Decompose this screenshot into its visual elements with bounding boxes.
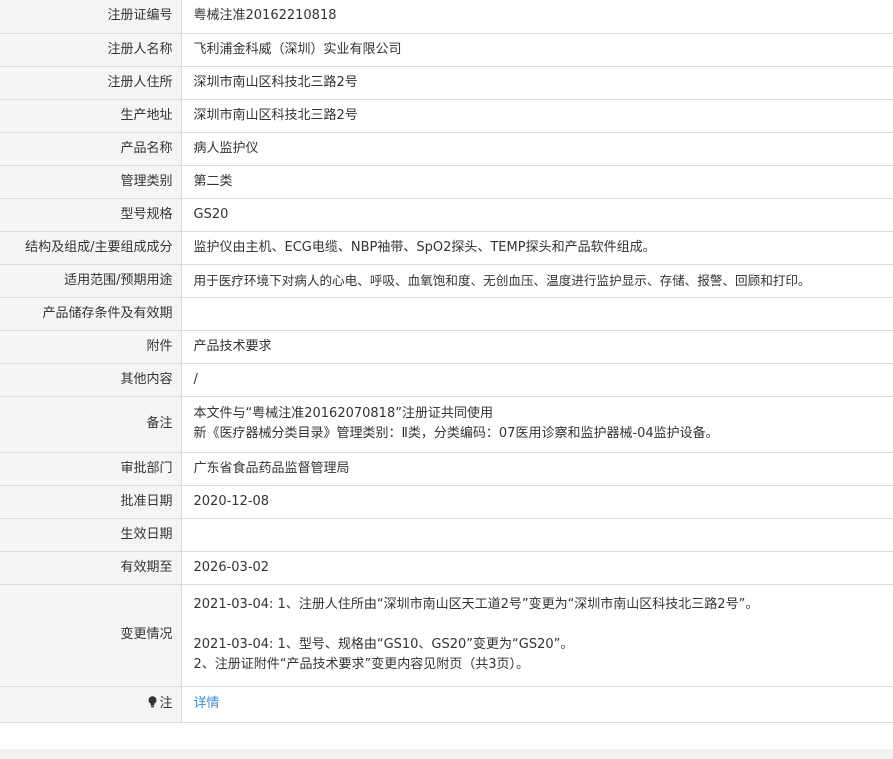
value-other-content: / xyxy=(181,363,893,397)
row-management-class: 管理类别 第二类 xyxy=(0,165,893,199)
value-product-name: 病人监护仪 xyxy=(181,132,893,166)
row-approval-date: 批准日期 2020-12-08 xyxy=(0,485,893,519)
value-registrant-name: 飞利浦金科威（深圳）实业有限公司 xyxy=(181,33,893,67)
row-production-address: 生产地址 深圳市南山区科技北三路2号 xyxy=(0,99,893,133)
registration-table: 注册证编号 粤械注准20162210818 注册人名称 飞利浦金科威（深圳）实业… xyxy=(0,0,893,723)
value-intended-use: 用于医疗环境下对病人的心电、呼吸、血氧饱和度、无创血压、温度进行监护显示、存储、… xyxy=(181,264,893,298)
value-effective-date xyxy=(181,518,893,552)
value-model-spec: GS20 xyxy=(181,198,893,232)
row-model-spec: 型号规格 GS20 xyxy=(0,198,893,232)
row-changes: 变更情况 2021-03-04: 1、注册人住所由“深圳市南山区天工道2号”变更… xyxy=(0,584,893,687)
value-management-class: 第二类 xyxy=(181,165,893,199)
change-line-2: 2021-03-04: 1、型号、规格由“GS10、GS20”变更为“GS20”… xyxy=(193,637,574,652)
row-intended-use: 适用范围/预期用途 用于医疗环境下对病人的心电、呼吸、血氧饱和度、无创血压、温度… xyxy=(0,264,893,298)
change-line-3: 2、注册证附件“产品技术要求”变更内容见附页（共3页）。 xyxy=(193,657,530,672)
value-registration-number: 粤械注准20162210818 xyxy=(181,0,893,34)
value-storage-conditions xyxy=(181,297,893,331)
value-approval-department: 广东省食品药品监督管理局 xyxy=(181,452,893,486)
note-label: 注 xyxy=(159,696,173,711)
value-structure-composition: 监护仪由主机、ECG电缆、NBP袖带、SpO2探头、TEMP探头和产品软件组成。 xyxy=(181,231,893,265)
label-intended-use: 适用范围/预期用途 xyxy=(0,264,182,298)
label-management-class: 管理类别 xyxy=(0,165,182,199)
value-production-address: 深圳市南山区科技北三路2号 xyxy=(181,99,893,133)
footer-bar xyxy=(0,749,893,759)
row-other-content: 其他内容 / xyxy=(0,363,893,397)
row-valid-until: 有效期至 2026-03-02 xyxy=(0,551,893,585)
row-structure-composition: 结构及组成/主要组成成分 监护仪由主机、ECG电缆、NBP袖带、SpO2探头、T… xyxy=(0,231,893,265)
row-registration-number: 注册证编号 粤械注准20162210818 xyxy=(0,0,893,34)
value-registrant-address: 深圳市南山区科技北三路2号 xyxy=(181,66,893,100)
row-registrant-name: 注册人名称 飞利浦金科威（深圳）实业有限公司 xyxy=(0,33,893,67)
lightbulb-icon xyxy=(148,696,157,708)
label-registrant-address: 注册人住所 xyxy=(0,66,182,100)
value-note: 详情 xyxy=(181,686,893,723)
value-approval-date: 2020-12-08 xyxy=(181,485,893,519)
remark-line-1: 本文件与“粤械注准20162070818”注册证共同使用 xyxy=(193,406,493,421)
row-approval-department: 审批部门 广东省食品药品监督管理局 xyxy=(0,452,893,486)
label-product-name: 产品名称 xyxy=(0,132,182,166)
row-note: 注 详情 xyxy=(0,686,893,723)
label-changes: 变更情况 xyxy=(0,584,182,687)
label-structure-composition: 结构及组成/主要组成成分 xyxy=(0,231,182,265)
label-other-content: 其他内容 xyxy=(0,363,182,397)
value-valid-until: 2026-03-02 xyxy=(181,551,893,585)
change-line-1: 2021-03-04: 1、注册人住所由“深圳市南山区天工道2号”变更为“深圳市… xyxy=(193,597,759,612)
row-storage-conditions: 产品储存条件及有效期 xyxy=(0,297,893,331)
value-remark: 本文件与“粤械注准20162070818”注册证共同使用 新《医疗器械分类目录》… xyxy=(181,396,893,453)
value-changes: 2021-03-04: 1、注册人住所由“深圳市南山区天工道2号”变更为“深圳市… xyxy=(181,584,893,687)
row-remark: 备注 本文件与“粤械注准20162070818”注册证共同使用 新《医疗器械分类… xyxy=(0,396,893,453)
label-valid-until: 有效期至 xyxy=(0,551,182,585)
label-production-address: 生产地址 xyxy=(0,99,182,133)
label-effective-date: 生效日期 xyxy=(0,518,182,552)
details-link[interactable]: 详情 xyxy=(194,696,220,711)
row-registrant-address: 注册人住所 深圳市南山区科技北三路2号 xyxy=(0,66,893,100)
label-approval-department: 审批部门 xyxy=(0,452,182,486)
remark-line-2: 新《医疗器械分类目录》管理类别：Ⅱ类，分类编码：07医用诊察和监护器械-04监护… xyxy=(193,426,719,441)
label-model-spec: 型号规格 xyxy=(0,198,182,232)
label-registrant-name: 注册人名称 xyxy=(0,33,182,67)
label-approval-date: 批准日期 xyxy=(0,485,182,519)
label-registration-number: 注册证编号 xyxy=(0,0,182,34)
value-attachment: 产品技术要求 xyxy=(181,330,893,364)
label-note: 注 xyxy=(0,686,182,723)
row-attachment: 附件 产品技术要求 xyxy=(0,330,893,364)
row-product-name: 产品名称 病人监护仪 xyxy=(0,132,893,166)
label-attachment: 附件 xyxy=(0,330,182,364)
change-gap xyxy=(194,615,888,635)
label-storage-conditions: 产品储存条件及有效期 xyxy=(0,297,182,331)
row-effective-date: 生效日期 xyxy=(0,518,893,552)
label-remark: 备注 xyxy=(0,396,182,453)
